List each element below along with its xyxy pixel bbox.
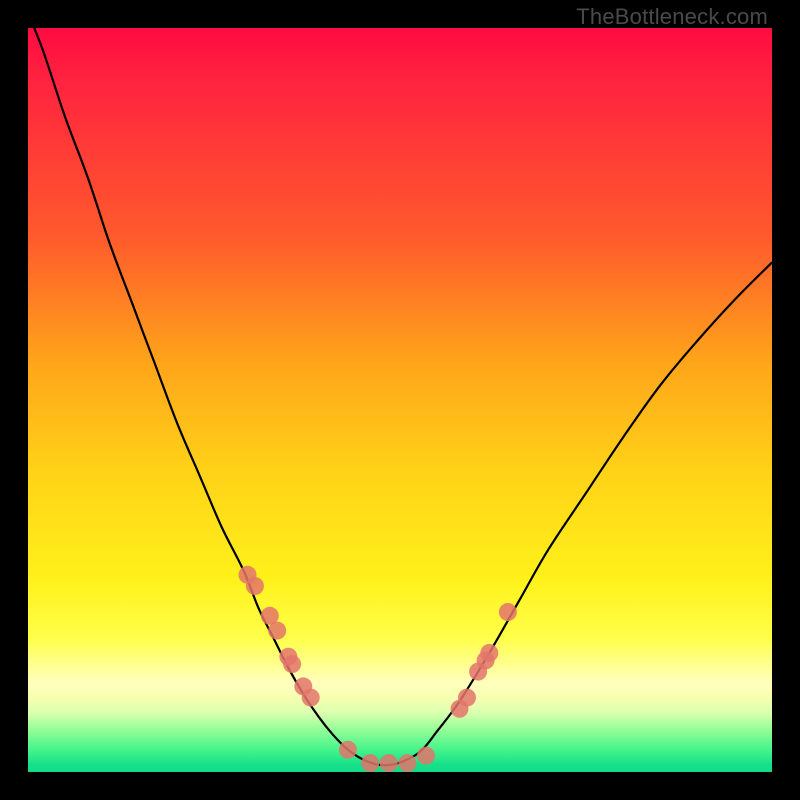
curve-marker — [398, 754, 416, 772]
curve-marker — [458, 689, 476, 707]
curve-marker — [268, 622, 286, 640]
curve-marker — [339, 741, 357, 759]
curve-layer — [28, 28, 772, 772]
curve-marker — [283, 655, 301, 673]
curve-markers — [239, 566, 517, 772]
plot-area — [28, 28, 772, 772]
curve-marker — [302, 689, 320, 707]
curve-marker — [361, 754, 379, 772]
bottleneck-curve — [28, 28, 772, 765]
curve-marker — [380, 754, 398, 772]
curve-marker — [417, 747, 435, 765]
curve-marker — [499, 603, 517, 621]
chart-frame: TheBottleneck.com — [0, 0, 800, 800]
curve-marker — [246, 577, 264, 595]
curve-marker — [480, 644, 498, 662]
watermark-text: TheBottleneck.com — [576, 4, 768, 30]
